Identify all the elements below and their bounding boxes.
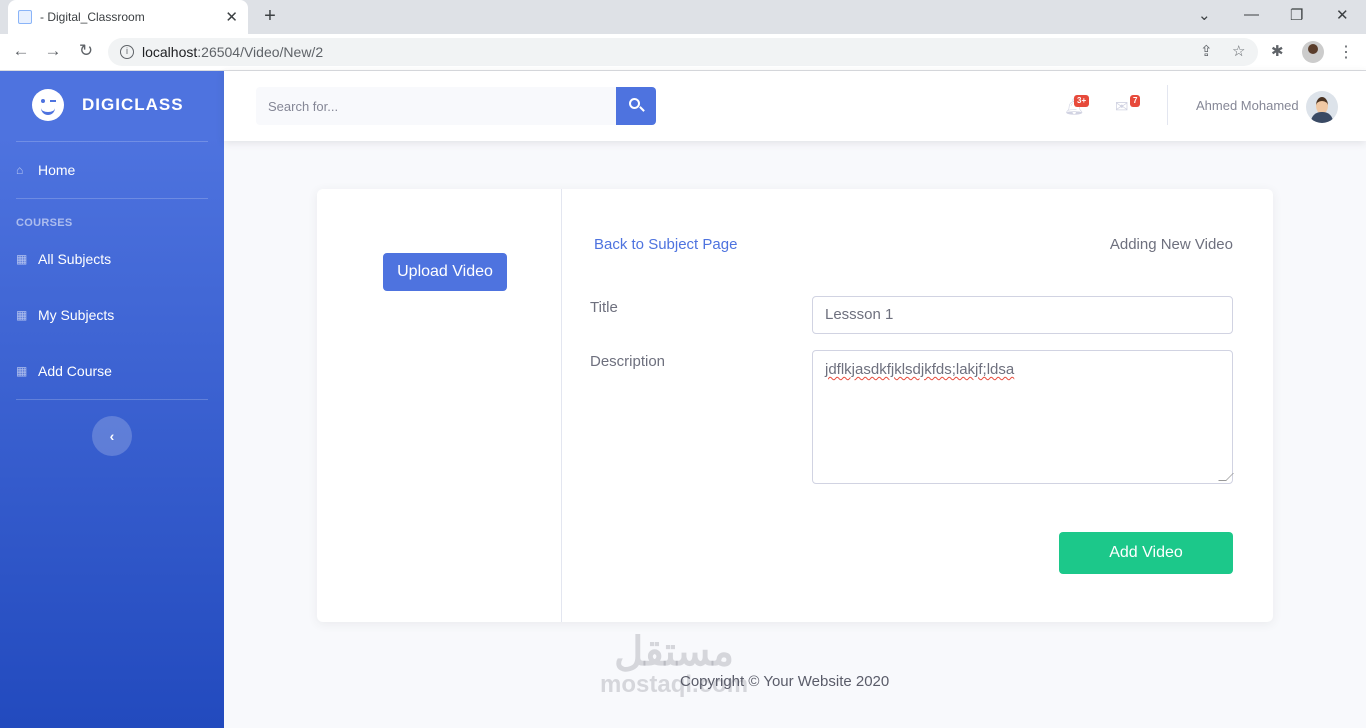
watermark-arabic: مستقل bbox=[614, 630, 734, 674]
star-icon[interactable]: ☆ bbox=[1232, 42, 1245, 60]
url-path: :26504/Video/New/2 bbox=[197, 44, 324, 60]
messages-badge: 7 bbox=[1130, 95, 1141, 107]
footer-copyright: Copyright © Your Website 2020 bbox=[680, 673, 890, 690]
form-heading: Adding New Video bbox=[1109, 236, 1233, 253]
forward-arrow-icon[interactable]: → bbox=[42, 41, 64, 61]
sidebar-toggle-button[interactable]: ‹ bbox=[92, 416, 132, 456]
cubes-icon: ▦ bbox=[16, 308, 28, 322]
address-bar: ← → ↻ i localhost:26504/Video/New/2 ⇪ ☆ … bbox=[0, 34, 1366, 71]
sidebar-item-label: Home bbox=[38, 162, 76, 178]
wink-logo-icon bbox=[32, 89, 64, 121]
video-form-card: Upload Video Back to Subject Page Adding… bbox=[317, 189, 1273, 622]
search-button[interactable] bbox=[616, 87, 656, 125]
upload-panel: Upload Video bbox=[317, 189, 562, 622]
cubes-icon: ▦ bbox=[16, 252, 28, 266]
brand-link[interactable]: DIGICLASS bbox=[32, 89, 184, 121]
sidebar-item-home[interactable]: ⌂ Home bbox=[16, 162, 75, 178]
brand-name: DIGICLASS bbox=[82, 95, 184, 114]
sidebar-item-label: All Subjects bbox=[38, 251, 112, 267]
search-input[interactable] bbox=[256, 87, 616, 125]
sidebar-divider bbox=[16, 198, 208, 199]
alerts-badge: 3+ bbox=[1074, 95, 1090, 107]
sidebar: DIGICLASS ⌂ Home COURSES ▦ All Subjects … bbox=[0, 71, 224, 728]
sidebar-item-add-course[interactable]: ▦ Add Course bbox=[16, 363, 112, 379]
topbar-divider bbox=[1167, 85, 1168, 125]
back-arrow-icon[interactable]: ← bbox=[10, 41, 32, 61]
page-favicon-icon bbox=[18, 10, 32, 24]
description-text: jdflkjasdkfjklsdjkfds;lakjf;ldsa bbox=[825, 361, 1015, 378]
sidebar-divider bbox=[16, 141, 208, 142]
tab-title: - Digital_Classroom bbox=[40, 10, 145, 24]
sidebar-item-label: Add Course bbox=[38, 363, 112, 379]
share-icon[interactable]: ⇪ bbox=[1200, 42, 1213, 60]
description-textarea[interactable]: jdflkjasdkfjklsdjkfds;lakjf;ldsa bbox=[812, 350, 1234, 484]
url-host: localhost bbox=[142, 44, 198, 60]
browser-profile-avatar[interactable] bbox=[1302, 41, 1324, 63]
envelope-icon[interactable]: ✉ bbox=[1115, 97, 1128, 117]
user-name[interactable]: Ahmed Mohamed bbox=[1196, 98, 1299, 113]
sidebar-item-label: My Subjects bbox=[38, 307, 115, 323]
tab-search-chevron-icon[interactable]: ⌄ bbox=[1198, 6, 1211, 24]
browser-tabstrip: - Digital_Classroom ✕ + ⌄ — ❐ ✕ bbox=[0, 0, 1366, 34]
info-icon[interactable]: i bbox=[120, 45, 134, 59]
tab-close-icon[interactable]: ✕ bbox=[225, 8, 238, 26]
add-video-button[interactable]: Add Video bbox=[1059, 532, 1233, 574]
title-input[interactable]: Lessson 1 bbox=[812, 296, 1233, 334]
cubes-icon: ▦ bbox=[16, 364, 28, 378]
restore-icon[interactable]: ❐ bbox=[1290, 6, 1303, 24]
window-close-icon[interactable]: ✕ bbox=[1336, 6, 1349, 24]
new-tab-button[interactable]: + bbox=[260, 5, 280, 28]
puzzle-icon[interactable]: ✱ bbox=[1271, 42, 1284, 60]
avatar[interactable] bbox=[1306, 91, 1338, 123]
search-form bbox=[256, 87, 656, 125]
kebab-menu-icon[interactable]: ⋮ bbox=[1338, 42, 1354, 62]
back-to-subject-link[interactable]: Back to Subject Page bbox=[594, 236, 737, 253]
resize-handle-icon[interactable] bbox=[1218, 473, 1234, 481]
sidebar-item-all-subjects[interactable]: ▦ All Subjects bbox=[16, 251, 111, 267]
title-label: Title bbox=[590, 299, 618, 316]
sidebar-heading: COURSES bbox=[16, 217, 73, 229]
sidebar-divider bbox=[16, 399, 208, 400]
reload-icon[interactable]: ↻ bbox=[75, 41, 97, 61]
upload-video-button[interactable]: Upload Video bbox=[383, 253, 507, 291]
description-label: Description bbox=[590, 353, 666, 370]
url-field[interactable]: i localhost:26504/Video/New/2 bbox=[108, 38, 1258, 66]
browser-tab[interactable]: - Digital_Classroom ✕ bbox=[8, 0, 248, 34]
minimize-icon[interactable]: — bbox=[1244, 6, 1259, 23]
sidebar-item-my-subjects[interactable]: ▦ My Subjects bbox=[16, 307, 114, 323]
home-icon: ⌂ bbox=[16, 163, 24, 177]
topbar: 🔔︎ 3+ ✉ 7 Ahmed Mohamed bbox=[224, 71, 1366, 141]
